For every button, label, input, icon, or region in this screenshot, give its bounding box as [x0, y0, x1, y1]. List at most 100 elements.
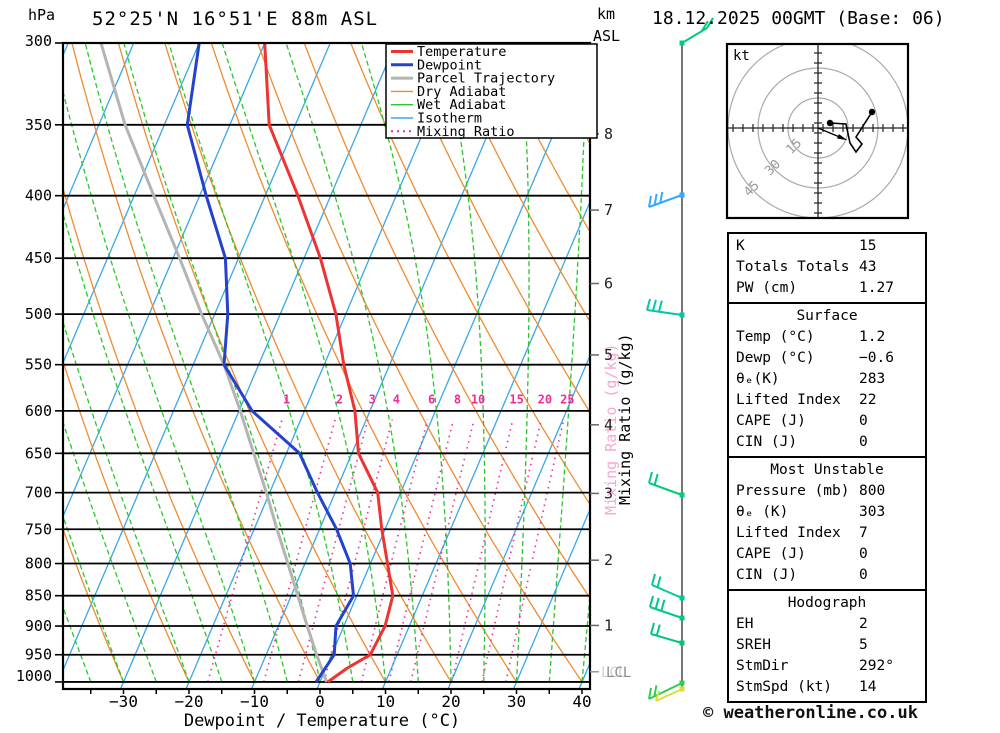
table-value: 1.2 [859, 329, 886, 345]
pressure-tick-label: 600 [25, 402, 52, 420]
table-value: 292° [859, 658, 894, 674]
skewt-page: 300 350 400 450 500 550 600 650 700 750 800 850 900 9… [0, 0, 1000, 733]
pressure-tick-label: 700 [25, 484, 52, 502]
sounding-indices-tables: K 15 Totals Totals 43 PW (cm) 1.27 Surface Temp… [727, 232, 927, 703]
mixing-ratio-value-label: 15 [509, 393, 523, 407]
table-value: 0 [859, 567, 868, 583]
table-row: StmDir 292° [729, 656, 925, 677]
table-row: K 15 [729, 236, 925, 257]
table-label: θₑ (K) [736, 504, 789, 520]
table-value: 0 [859, 413, 868, 429]
temp-tick-label: 10 [376, 692, 395, 711]
legend-label: Mixing Ratio [417, 124, 515, 140]
altitude-unit-asl-label: ASL [593, 27, 621, 45]
km-tick-label: 4 [604, 416, 613, 434]
table-section-header: Surface [796, 308, 858, 324]
table-label: CIN (J) [736, 434, 798, 450]
table-row: Dewp (°C) −0.6 [729, 348, 925, 369]
pressure-tick-label: 300 [25, 32, 52, 50]
credit: © weatheronline.co.uk [703, 703, 918, 723]
table-label: CAPE (J) [736, 413, 806, 429]
hodograph-trace-dot [868, 108, 876, 116]
page-title: 52°25'N 16°51'E 88m ASL [92, 8, 379, 30]
table-value: 15 [859, 238, 877, 254]
datetime-label: 18.12.2025 00GMT (Base: 06) [652, 8, 945, 29]
table-value: 5 [859, 637, 868, 653]
km-tick-label: 2 [604, 551, 613, 569]
table-row: CIN (J) 0 [729, 565, 925, 586]
table-value: −0.6 [859, 350, 894, 366]
mixing-ratio-value-label: 8 [454, 393, 461, 407]
table-row: CIN (J) 0 [729, 432, 925, 453]
pressure-tick-label: 1000 [16, 667, 52, 685]
mixing-ratio-value-label: 6 [428, 393, 435, 407]
table-section-header: Hodograph [787, 595, 867, 611]
table-label: CAPE (J) [736, 546, 806, 562]
mixing-ratio-value-label: 25 [560, 393, 574, 407]
pressure-tick-label: 950 [25, 646, 52, 664]
table-value: 800 [859, 483, 886, 499]
km-tick-label: 7 [604, 201, 613, 219]
temp-tick-label: 20 [441, 692, 460, 711]
legend: TemperatureDewpointParcel TrajectoryDry … [385, 43, 598, 140]
pressure-tick-label: 500 [25, 305, 52, 323]
table-label: K [736, 238, 745, 254]
table-section-header: Most Unstable [770, 462, 884, 478]
temp-tick-label: 0 [315, 692, 325, 711]
table-value: 0 [859, 434, 868, 450]
table-section: Surface Temp (°C) 1.2 Dewp (°C) −0.6 θₑ(K) 283… [727, 302, 927, 458]
table-row: CAPE (J) 0 [729, 544, 925, 565]
mixing-ratio-value-label: 10 [471, 393, 485, 407]
pressure-tick-label: 650 [25, 444, 52, 462]
temp-tick-label: −20 [175, 692, 204, 711]
table-label: Temp (°C) [736, 329, 815, 345]
table-label: Pressure (mb) [736, 483, 850, 499]
table-label: CIN (J) [736, 567, 798, 583]
lcl-label: LCL [606, 665, 631, 681]
mixing-axis-label: Mixing Ratio (g/kg) [616, 333, 634, 505]
table-row: StmSpd (kt) 14 [729, 677, 925, 698]
table-row: Pressure (mb) 800 [729, 481, 925, 502]
table-row: θₑ (K) 303 [729, 502, 925, 523]
mixing-ratio-value-label: 2 [336, 393, 343, 407]
table-value: 1.27 [859, 280, 894, 296]
table-value: 2 [859, 616, 868, 632]
table-value: 303 [859, 504, 886, 520]
temp-tick-label: 30 [507, 692, 526, 711]
x-axis-title: Dewpoint / Temperature (°C) [184, 711, 460, 731]
table-value: 7 [859, 525, 868, 541]
table-label: StmDir [736, 658, 789, 674]
table-label: SREH [736, 637, 771, 653]
hodograph-unit-label: kt [733, 48, 750, 64]
pressure-tick-label: 400 [25, 187, 52, 205]
pressure-tick-label: 900 [25, 617, 52, 635]
table-row: Lifted Index 22 [729, 390, 925, 411]
table-value: 43 [859, 259, 877, 275]
pressure-unit-label: hPa [28, 6, 56, 24]
table-section: Most Unstable Pressure (mb) 800 θₑ (K) 303 Li… [727, 456, 927, 591]
table-value: 0 [859, 546, 868, 562]
km-tick-label: 8 [604, 125, 613, 143]
table-value: 14 [859, 679, 877, 695]
table-row: θₑ(K) 283 [729, 369, 925, 390]
table-value: 283 [859, 371, 886, 387]
pressure-tick-label: 800 [25, 555, 52, 573]
km-tick-label: 3 [604, 484, 613, 502]
table-label: StmSpd (kt) [736, 679, 833, 695]
table-label: EH [736, 616, 754, 632]
table-label: Totals Totals [736, 259, 850, 275]
table-row: Temp (°C) 1.2 [729, 327, 925, 348]
mixing-ratio-value-label: 20 [538, 393, 552, 407]
table-label: Lifted Index [736, 392, 841, 408]
mixing-ratio-value-label: 4 [393, 393, 400, 407]
table-section: K 15 Totals Totals 43 PW (cm) 1.27 [727, 232, 927, 304]
hodograph-trace-dot [826, 119, 834, 127]
table-section: Hodograph EH 2 SREH 5 StmDir 292° StmSpd (kt) 14 [727, 589, 927, 703]
table-row: CAPE (J) 0 [729, 411, 925, 432]
table-label: PW (cm) [736, 280, 798, 296]
pressure-tick-label: 850 [25, 587, 52, 605]
temp-tick-label: 40 [572, 692, 591, 711]
km-tick-label: 1 [604, 616, 613, 634]
pressure-tick-label: 750 [25, 520, 52, 538]
table-row: Totals Totals 43 [729, 257, 925, 278]
